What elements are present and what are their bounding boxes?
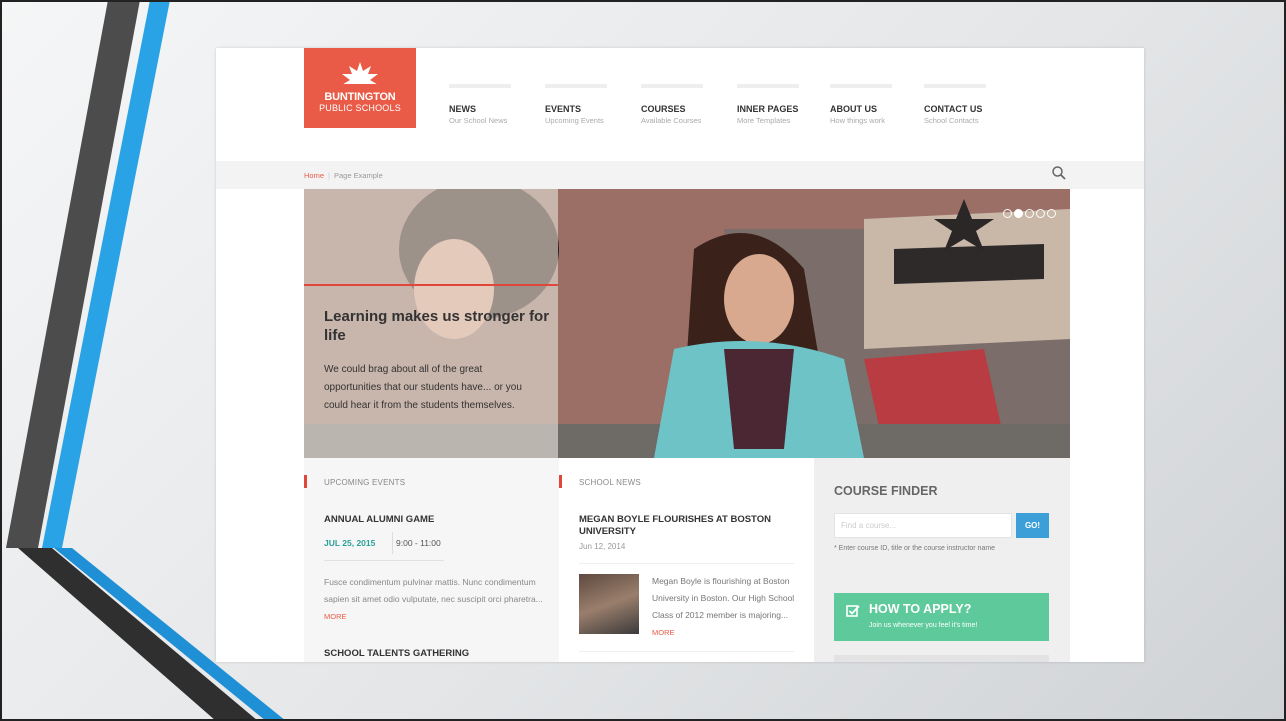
nav-item-courses[interactable]: COURSES Available Courses xyxy=(641,84,703,127)
search-icon[interactable] xyxy=(1051,165,1067,181)
event-underline xyxy=(324,560,444,561)
course-finder-hint: * Enter course ID, title or the course i… xyxy=(834,545,996,552)
course-search-input[interactable] xyxy=(834,513,1012,538)
how-to-apply-subtitle: Join us whenever you feel it's time! xyxy=(869,622,978,629)
event-title[interactable]: ANNUAL ALUMNI GAME xyxy=(324,514,434,525)
nav-item-about-us[interactable]: ABOUT US How things work xyxy=(830,84,892,127)
nav-subtitle: Our School News xyxy=(449,116,508,125)
nav-subtitle: Upcoming Events xyxy=(545,116,604,125)
event-time: 9:00 - 11:00 xyxy=(396,538,441,548)
how-to-apply-button[interactable]: HOW TO APPLY? Join us whenever you feel … xyxy=(834,593,1049,641)
event-date: JUL 25, 2015 xyxy=(324,538,376,548)
logo-line-1: BUNTINGTON xyxy=(324,91,396,103)
slider-dot[interactable] xyxy=(1025,209,1034,218)
nav-subtitle: School Contacts xyxy=(924,116,979,125)
event-text: Fusce condimentum pulvinar mattis. Nunc … xyxy=(324,574,549,625)
nav-item-inner-pages[interactable]: INNER PAGES More Templates xyxy=(737,84,799,127)
upcoming-events-column: UPCOMING EVENTS ANNUAL ALUMNI GAME JUL 2… xyxy=(304,458,559,662)
nav-bar xyxy=(641,84,703,88)
nav-title: CONTACT US xyxy=(924,104,983,114)
hero-text: We could brag about all of the great opp… xyxy=(324,364,522,411)
event-description: Fusce condimentum pulvinar mattis. Nunc … xyxy=(324,577,543,604)
nav-title: ABOUT US xyxy=(830,104,877,114)
slider-dot[interactable] xyxy=(1047,209,1056,218)
course-finder-title: COURSE FINDER xyxy=(834,484,938,498)
hero-slider: Learning makes us stronger for life We c… xyxy=(304,189,1070,458)
news-title[interactable]: MEGAN BOYLE FLOURISHES AT BOSTON UNIVERS… xyxy=(579,514,794,538)
nav-bar xyxy=(737,84,799,88)
breadcrumb: Home | Page Example xyxy=(304,171,383,180)
event-divider xyxy=(392,532,393,554)
nav-item-news[interactable]: NEWS Our School News xyxy=(449,84,511,127)
section-marker xyxy=(304,475,307,488)
nav-title: INNER PAGES xyxy=(737,104,799,114)
breadcrumb-current: Page Example xyxy=(333,171,383,180)
nav-item-events[interactable]: EVENTS Upcoming Events xyxy=(545,84,607,127)
hero-title: Learning makes us stronger for life xyxy=(324,308,550,344)
nav-title: EVENTS xyxy=(545,104,582,114)
news-thumbnail[interactable] xyxy=(579,574,639,634)
nav-title: NEWS xyxy=(449,104,476,114)
slider-dots xyxy=(1001,205,1056,223)
nav-item-contact-us[interactable]: CONTACT US School Contacts xyxy=(924,84,986,127)
news-divider xyxy=(579,651,794,652)
news-more-link[interactable]: MORE xyxy=(652,628,675,637)
nav-bar xyxy=(830,84,892,88)
section-marker xyxy=(559,475,562,488)
news-text: Megan Boyle is flourishing at Boston Uni… xyxy=(652,573,802,641)
next-widget xyxy=(834,655,1049,662)
event-more-link[interactable]: MORE xyxy=(324,612,347,621)
school-logo[interactable]: BUNTINGTON PUBLIC SCHOOLS xyxy=(304,48,416,128)
sunrise-icon xyxy=(340,62,380,87)
breadcrumb-home-link[interactable]: Home xyxy=(304,171,324,180)
logo-line-2: PUBLIC SCHOOLS xyxy=(319,103,401,113)
upcoming-events-heading: UPCOMING EVENTS xyxy=(324,478,406,487)
slider-dot[interactable] xyxy=(1003,209,1012,218)
nav-title: COURSES xyxy=(641,104,686,114)
breadcrumb-separator: | xyxy=(328,171,330,180)
how-to-apply-title: HOW TO APPLY? xyxy=(869,602,972,616)
event-title[interactable]: SCHOOL TALENTS GATHERING xyxy=(324,648,469,659)
nav-bar xyxy=(545,84,607,88)
nav-bar xyxy=(924,84,986,88)
school-news-heading: SCHOOL NEWS xyxy=(579,478,641,487)
news-description: Megan Boyle is flourishing at Boston Uni… xyxy=(652,576,795,620)
nav-subtitle: More Templates xyxy=(737,116,791,125)
nav-bar xyxy=(449,84,511,88)
hero-accent-line xyxy=(304,284,558,286)
news-divider xyxy=(579,563,794,564)
checkbox-icon xyxy=(846,605,860,617)
nav-subtitle: How things work xyxy=(830,116,886,125)
nav-subtitle: Available Courses xyxy=(641,116,702,125)
news-date: Jun 12, 2014 xyxy=(579,542,626,551)
course-finder-column: COURSE FINDER GO! * Enter course ID, tit… xyxy=(814,458,1070,662)
school-news-column: SCHOOL NEWS MEGAN BOYLE FLOURISHES AT BO… xyxy=(559,458,814,662)
website-page: BUNTINGTON PUBLIC SCHOOLS NEWS Our Schoo… xyxy=(216,48,1144,662)
slider-dot[interactable] xyxy=(1036,209,1045,218)
slider-dot[interactable] xyxy=(1014,209,1023,218)
go-button[interactable]: GO! xyxy=(1016,513,1049,538)
